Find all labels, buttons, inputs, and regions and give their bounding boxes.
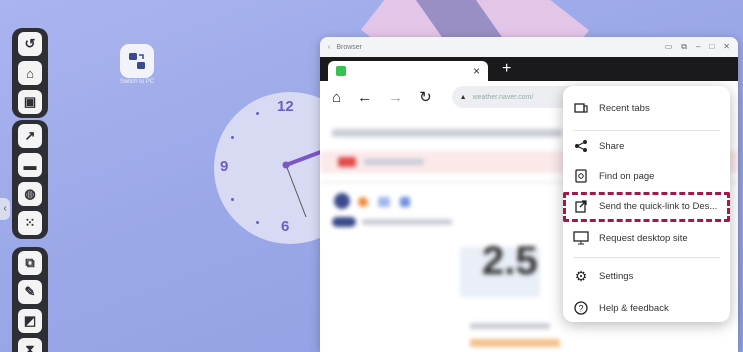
- back-nav-icon[interactable]: ←: [357, 89, 372, 106]
- find-icon: [573, 168, 589, 184]
- crop-icon[interactable]: ◩: [18, 309, 42, 333]
- pip-icon[interactable]: ▭: [665, 42, 673, 52]
- menu-item-find-on-page[interactable]: Find on page: [563, 162, 730, 190]
- back-chevron-icon[interactable]: ‹: [328, 44, 330, 51]
- help-icon: ?: [573, 300, 589, 316]
- address-url: weather.naver.com/: [472, 93, 534, 101]
- reload-icon[interactable]: ↻: [419, 88, 432, 106]
- switch-to-pc-label: Switch to PC: [119, 79, 155, 85]
- window-title: Browser: [336, 43, 363, 51]
- chart-icon[interactable]: ↗: [18, 124, 42, 148]
- window-icon[interactable]: ▣: [18, 90, 42, 114]
- apps-grid-icon[interactable]: ⁙: [18, 211, 42, 235]
- favicon-icon: [336, 66, 346, 76]
- settings-icon: ⚙: [574, 267, 588, 284]
- menu-divider: [573, 257, 720, 258]
- menu-item-label: Find on page: [599, 170, 655, 182]
- menu-item-settings[interactable]: ⚙ Settings: [563, 262, 730, 290]
- close-window-button[interactable]: ✕: [723, 42, 730, 52]
- browser-titlebar: ‹ Browser ▭ ⧉ – □ ✕: [320, 37, 738, 57]
- menu-item-label: Request desktop site: [599, 232, 688, 244]
- svg-text:?: ?: [578, 304, 583, 314]
- lock-icon: ▲: [459, 93, 467, 101]
- hourglass-icon[interactable]: ⧗: [18, 338, 42, 352]
- dock-group-navigation: ↺ ⌂ ▣: [12, 28, 48, 118]
- menu-item-label: Settings: [599, 270, 634, 282]
- forward-nav-icon[interactable]: →: [388, 89, 403, 106]
- dock-group-tools: ⧉ ✎ ◩ ⧗: [12, 247, 48, 352]
- switch-to-pc-icon[interactable]: [120, 44, 154, 78]
- sidebar-toggle-handle[interactable]: ‹: [0, 198, 10, 220]
- new-tab-button[interactable]: +: [502, 59, 511, 81]
- back-icon[interactable]: ↺: [18, 32, 42, 56]
- menu-item-recent-tabs[interactable]: Recent tabs: [563, 94, 730, 122]
- menu-item-help-feedback[interactable]: ? Help & feedback: [563, 294, 730, 322]
- menu-divider: [573, 130, 720, 131]
- globe-icon[interactable]: ◍: [18, 182, 42, 206]
- highlight-box: [563, 192, 730, 222]
- folder-icon[interactable]: ▬: [18, 153, 42, 177]
- dock-group-apps: ↗ ▬ ◍ ⁙: [12, 120, 48, 239]
- screen-share-icon[interactable]: ⧉: [18, 251, 42, 275]
- tab-strip: × +: [320, 57, 738, 81]
- menu-item-label: Help & feedback: [599, 302, 669, 314]
- close-tab-icon[interactable]: ×: [473, 64, 480, 78]
- maximize-button[interactable]: □: [709, 42, 714, 52]
- minimize-button[interactable]: –: [696, 42, 700, 52]
- home-nav-icon[interactable]: ⌂: [332, 89, 341, 106]
- menu-item-label: Recent tabs: [599, 102, 650, 114]
- weather-temperature: 2.5: [482, 239, 538, 283]
- menu-item-label: Share: [599, 140, 625, 152]
- browser-tab[interactable]: ×: [328, 61, 488, 81]
- menu-item-request-desktop-site[interactable]: Request desktop site: [563, 224, 730, 252]
- menu-item-share[interactable]: Share: [563, 132, 730, 160]
- share-icon: [573, 138, 589, 154]
- desktop-icon: [573, 230, 589, 246]
- home-icon[interactable]: ⌂: [18, 61, 42, 85]
- pen-icon[interactable]: ✎: [18, 280, 42, 304]
- recent-tabs-icon: [573, 100, 589, 116]
- multiwindow-icon[interactable]: ⧉: [681, 42, 687, 52]
